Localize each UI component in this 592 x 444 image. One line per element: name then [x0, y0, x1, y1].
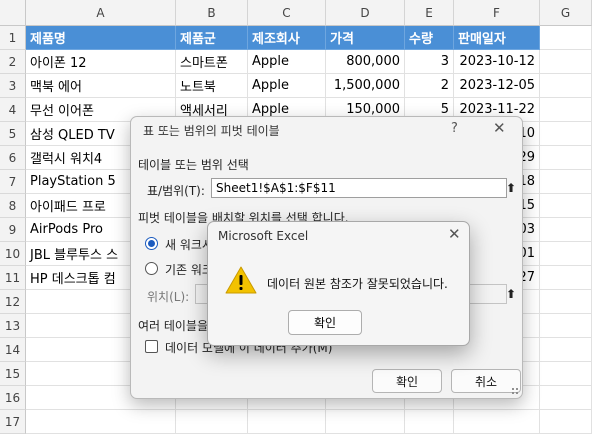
cell[interactable]: 노트북	[176, 74, 248, 98]
cell[interactable]	[540, 362, 592, 386]
row-header-12[interactable]: 12	[0, 290, 26, 314]
cell[interactable]: 제조회사	[248, 26, 326, 50]
cell[interactable]	[540, 410, 592, 434]
message-box-title: Microsoft Excel	[218, 229, 309, 243]
row-header-4[interactable]: 4	[0, 98, 26, 122]
cell[interactable]	[540, 146, 592, 170]
column-header-f[interactable]: F	[454, 0, 540, 26]
cell[interactable]	[540, 314, 592, 338]
error-message-box: Microsoft Excel ✕ 데이터 원본 참조가 잘못되었습니다. 확인	[207, 221, 470, 346]
cell[interactable]	[540, 266, 592, 290]
error-message: 데이터 원본 참조가 잘못되었습니다.	[267, 277, 448, 291]
cell[interactable]: Apple	[248, 50, 326, 74]
row-header-10[interactable]: 10	[0, 242, 26, 266]
range-input[interactable]: Sheet1!$A$1:$F$11	[211, 178, 507, 198]
row-header-5[interactable]: 5	[0, 122, 26, 146]
cell[interactable]: 1,500,000	[326, 74, 405, 98]
cell[interactable]	[540, 170, 592, 194]
resize-grip-icon[interactable]	[511, 387, 519, 395]
cell[interactable]: 수량	[405, 26, 454, 50]
ok-button[interactable]: 확인	[372, 369, 442, 393]
cell[interactable]	[454, 410, 540, 434]
radio-existing-worksheet[interactable]	[145, 262, 158, 275]
cell[interactable]: 800,000	[326, 50, 405, 74]
cell[interactable]: 제품명	[26, 26, 176, 50]
close-icon[interactable]: ✕	[448, 225, 461, 243]
column-header-b[interactable]: B	[176, 0, 248, 26]
row-header-6[interactable]: 6	[0, 146, 26, 170]
cell[interactable]	[540, 122, 592, 146]
cell[interactable]	[176, 410, 248, 434]
cell[interactable]	[540, 242, 592, 266]
cell[interactable]	[540, 74, 592, 98]
cell[interactable]	[405, 410, 454, 434]
section-select-range: 테이블 또는 범위 선택	[138, 158, 249, 172]
cell[interactable]: 제품군	[176, 26, 248, 50]
row-header-9[interactable]: 9	[0, 218, 26, 242]
row-header-14[interactable]: 14	[0, 338, 26, 362]
row-header-11[interactable]: 11	[0, 266, 26, 290]
warning-icon	[225, 266, 257, 294]
location-collapse-icon[interactable]: ⬆	[501, 285, 521, 303]
cell[interactable]: 3	[405, 50, 454, 74]
radio-new-worksheet[interactable]	[145, 237, 158, 250]
column-header-e[interactable]: E	[405, 0, 454, 26]
close-icon[interactable]: ✕	[493, 119, 506, 137]
range-collapse-icon[interactable]: ⬆	[501, 179, 521, 197]
row-header-8[interactable]: 8	[0, 194, 26, 218]
cell[interactable]: 2	[405, 74, 454, 98]
column-header-d[interactable]: D	[326, 0, 405, 26]
cell[interactable]	[540, 50, 592, 74]
cell[interactable]	[540, 194, 592, 218]
cell[interactable]	[540, 290, 592, 314]
column-header-g[interactable]: G	[540, 0, 592, 26]
column-header-c[interactable]: C	[248, 0, 326, 26]
add-to-data-model-checkbox[interactable]	[145, 340, 158, 353]
row-header-13[interactable]: 13	[0, 314, 26, 338]
row-header-16[interactable]: 16	[0, 386, 26, 410]
dialog-title: 표 또는 범위의 피벗 테이블	[143, 124, 280, 138]
select-all-corner[interactable]	[0, 0, 26, 26]
cell[interactable]	[326, 410, 405, 434]
row-header-1[interactable]: 1	[0, 26, 26, 50]
cell[interactable]	[248, 410, 326, 434]
cell[interactable]	[540, 338, 592, 362]
help-button[interactable]: ?	[451, 121, 458, 136]
cell[interactable]: 아이폰 12	[26, 50, 176, 74]
cell[interactable]: Apple	[248, 74, 326, 98]
row-header-3[interactable]: 3	[0, 74, 26, 98]
ok-button[interactable]: 확인	[288, 310, 362, 335]
cell[interactable]: 가격	[326, 26, 405, 50]
cell[interactable]	[540, 26, 592, 50]
row-header-15[interactable]: 15	[0, 362, 26, 386]
cell[interactable]: 판매일자	[454, 26, 540, 50]
section-multiple-tables: 여러 테이블을	[138, 319, 209, 333]
column-header-a[interactable]: A	[26, 0, 176, 26]
row-header-7[interactable]: 7	[0, 170, 26, 194]
location-label: 위치(L):	[147, 290, 190, 304]
cell[interactable]	[540, 218, 592, 242]
cell[interactable]: 스마트폰	[176, 50, 248, 74]
cell[interactable]	[26, 410, 176, 434]
range-label: 표/범위(T):	[147, 184, 205, 198]
cell[interactable]	[540, 98, 592, 122]
radio-new-worksheet-label: 새 워크시	[165, 238, 213, 252]
cell[interactable]: 맥북 에어	[26, 74, 176, 98]
cell[interactable]	[540, 386, 592, 410]
cell[interactable]: 2023-12-05	[454, 74, 540, 98]
cell[interactable]: 2023-10-12	[454, 50, 540, 74]
row-header-2[interactable]: 2	[0, 50, 26, 74]
row-header-17[interactable]: 17	[0, 410, 26, 434]
radio-existing-worksheet-label: 기존 워크	[165, 263, 213, 277]
